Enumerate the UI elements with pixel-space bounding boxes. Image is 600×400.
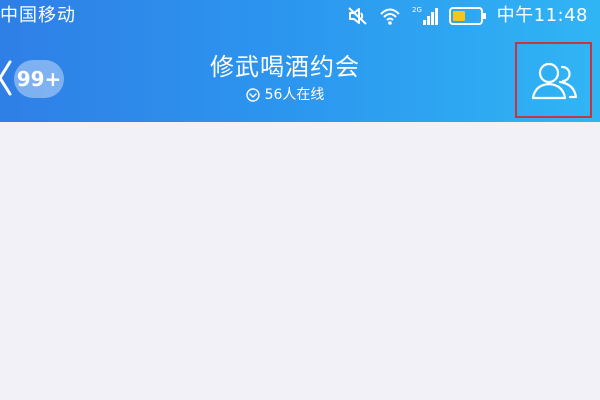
- online-status: 56人在线: [150, 86, 420, 104]
- battery-icon: [448, 7, 486, 25]
- back-icon[interactable]: [0, 60, 12, 96]
- clock: 中午11:48: [496, 5, 588, 26]
- unread-count-badge[interactable]: 99+: [14, 60, 64, 98]
- signal-icon: 2G: [412, 6, 438, 25]
- group-members-button[interactable]: [515, 42, 592, 118]
- online-status-icon: [245, 88, 260, 102]
- chat-content-area[interactable]: [0, 122, 600, 400]
- online-count: 56人在线: [264, 87, 325, 103]
- chat-title-block: 修武喝酒约会 56人在线: [150, 50, 420, 104]
- group-title: 修武喝酒约会: [210, 53, 360, 81]
- phone-screen: 中国移动 2G 中午11:48 99+ 修武喝酒约会 56人在线: [0, 0, 600, 400]
- network-type-label: 2G: [412, 6, 422, 14]
- carrier-name: 中国移动: [0, 5, 76, 26]
- members-icon: [531, 62, 577, 100]
- wifi-icon: [379, 8, 400, 25]
- status-icons: 2G 中午11:48: [347, 4, 588, 28]
- mute-icon: [347, 7, 367, 25]
- status-bar: 中国移动 2G 中午11:48: [0, 0, 600, 34]
